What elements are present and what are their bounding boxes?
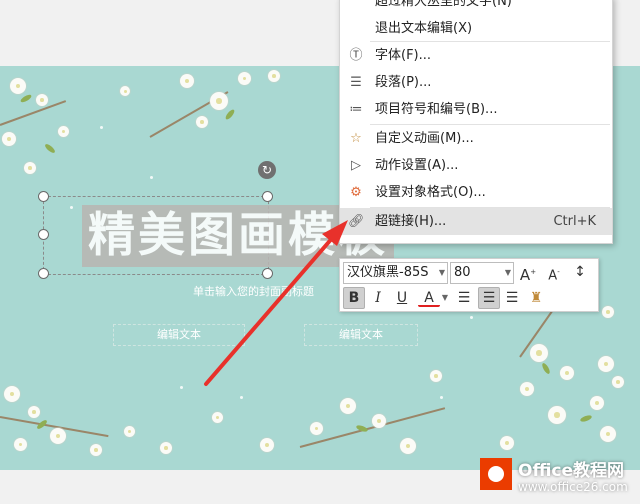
sparkle-decoration xyxy=(180,386,183,389)
hyperlink-shortcut: Ctrl+K xyxy=(553,214,596,229)
menu-item-format-object[interactable]: ⚙ 设置对象格式(O)... xyxy=(340,179,612,206)
format-object-icon: ⚙ xyxy=(350,185,362,200)
hyperlink-icon: 🔗︎ xyxy=(348,214,365,229)
blossom-decoration xyxy=(600,426,616,442)
blossom-decoration xyxy=(10,78,26,94)
blossom-decoration xyxy=(120,86,130,96)
custom-animation-icon: ☆ xyxy=(350,131,362,146)
menu-item-cut-off[interactable]: 超过精大丛里的文字(N) xyxy=(340,0,612,15)
blossom-decoration xyxy=(36,94,48,106)
blossom-decoration xyxy=(602,306,614,318)
chevron-down-icon[interactable]: ▼ xyxy=(440,288,450,308)
chevron-down-icon: ▼ xyxy=(438,268,445,277)
font-size-select[interactable]: 80 ▼ xyxy=(450,262,514,284)
slide-subtitle[interactable]: 单击输入您的封面副标题 xyxy=(193,283,314,299)
blossom-decoration xyxy=(548,406,566,424)
bullet-list-icon: ≔ xyxy=(349,102,363,117)
blossom-decoration xyxy=(340,398,356,414)
blossom-decoration xyxy=(196,116,208,128)
blossom-decoration xyxy=(58,126,69,137)
blossom-decoration xyxy=(4,386,20,402)
watermark-logo: Office教程网 www.office26.com xyxy=(476,452,640,504)
blossom-decoration xyxy=(530,344,548,362)
sparkle-decoration xyxy=(470,316,473,319)
blossom-decoration xyxy=(400,438,416,454)
blossom-decoration xyxy=(212,412,223,423)
blossom-decoration xyxy=(268,70,280,82)
bold-button[interactable]: B xyxy=(343,287,365,309)
blossom-decoration xyxy=(124,426,135,437)
blossom-decoration xyxy=(500,436,514,450)
underline-button[interactable]: U xyxy=(392,288,412,308)
menu-item-paragraph[interactable]: ☰ 段落(P)... xyxy=(340,69,612,96)
watermark-url: www.office26.com xyxy=(518,480,628,494)
chevron-down-icon: ▼ xyxy=(504,268,511,277)
italic-button[interactable]: I xyxy=(368,288,388,308)
blossom-decoration xyxy=(430,370,442,382)
edit-text-placeholder-right[interactable]: 编辑文本 xyxy=(304,324,418,346)
grow-font-button[interactable]: A+ xyxy=(518,262,538,284)
menu-item-custom-animation[interactable]: ☆ 自定义动画(M)... xyxy=(340,125,612,152)
font-color-button[interactable]: A xyxy=(418,288,440,307)
blossom-decoration xyxy=(310,422,323,435)
resize-handle-top-right[interactable] xyxy=(262,191,273,202)
context-menu: 超过精大丛里的文字(N) 退出文本编辑(X) Ⓣ 字体(F)... ☰ 段落(P… xyxy=(339,0,613,244)
leaf-decoration xyxy=(43,142,57,155)
blossom-decoration xyxy=(210,92,228,110)
line-spacing-icon[interactable]: ↕ xyxy=(570,262,590,282)
blossom-decoration xyxy=(2,132,16,146)
blossom-decoration xyxy=(180,74,194,88)
blossom-decoration xyxy=(520,382,534,396)
format-painter-icon[interactable]: ♜ xyxy=(526,288,546,308)
resize-handle-bottom-left[interactable] xyxy=(38,268,49,279)
office-logo-icon xyxy=(480,458,512,490)
leaf-decoration xyxy=(579,414,593,423)
blossom-decoration xyxy=(28,406,40,418)
menu-item-font[interactable]: Ⓣ 字体(F)... xyxy=(340,42,612,69)
blossom-decoration xyxy=(590,396,604,410)
blossom-decoration xyxy=(238,72,251,85)
blossom-decoration xyxy=(560,366,574,380)
align-center-icon[interactable]: ☰ xyxy=(478,287,500,309)
blossom-decoration xyxy=(372,414,386,428)
resize-handle-bottom-right[interactable] xyxy=(262,268,273,279)
resize-handle-left[interactable] xyxy=(38,229,49,240)
blossom-decoration xyxy=(160,442,172,454)
align-right-icon[interactable]: ☰ xyxy=(502,288,522,308)
branch-decoration xyxy=(0,100,67,126)
blossom-decoration xyxy=(260,438,274,452)
font-icon: Ⓣ xyxy=(349,48,363,63)
menu-item-hyperlink[interactable]: 🔗︎ 超链接(H)... Ctrl+K xyxy=(340,208,612,235)
paragraph-icon: ☰ xyxy=(350,75,362,90)
align-left-icon[interactable]: ☰ xyxy=(454,288,474,308)
rotate-handle-icon[interactable]: ↻ xyxy=(258,161,276,179)
menu-item-exit-text-edit[interactable]: 退出文本编辑(X) xyxy=(340,15,612,42)
blossom-decoration xyxy=(24,162,36,174)
resize-handle-top-left[interactable] xyxy=(38,191,49,202)
leaf-decoration xyxy=(19,93,33,104)
action-settings-icon: ▷ xyxy=(351,158,361,173)
blossom-decoration xyxy=(90,444,102,456)
leaf-decoration xyxy=(540,362,552,375)
sparkle-decoration xyxy=(240,396,243,399)
menu-item-bullets-numbering[interactable]: ≔ 项目符号和编号(B)... xyxy=(340,96,612,123)
blossom-decoration xyxy=(598,356,614,372)
blossom-decoration xyxy=(50,428,66,444)
edit-text-placeholder-left[interactable]: 编辑文本 xyxy=(113,324,245,346)
blossom-decoration xyxy=(14,438,27,451)
leaf-decoration xyxy=(224,108,236,121)
mini-toolbar: 汉仪旗黑-85S ▼ 80 ▼ A+ A- ↕ B I U A ▼ ☰ ☰ ☰ … xyxy=(339,258,599,312)
shrink-font-button[interactable]: A- xyxy=(544,262,564,283)
watermark-brand: Office教程网 xyxy=(518,461,625,481)
sparkle-decoration xyxy=(440,396,443,399)
sparkle-decoration xyxy=(150,176,153,179)
menu-item-action-settings[interactable]: ▷ 动作设置(A)... xyxy=(340,152,612,179)
font-name-select[interactable]: 汉仪旗黑-85S ▼ xyxy=(343,262,448,284)
sparkle-decoration xyxy=(100,126,103,129)
blossom-decoration xyxy=(612,376,624,388)
